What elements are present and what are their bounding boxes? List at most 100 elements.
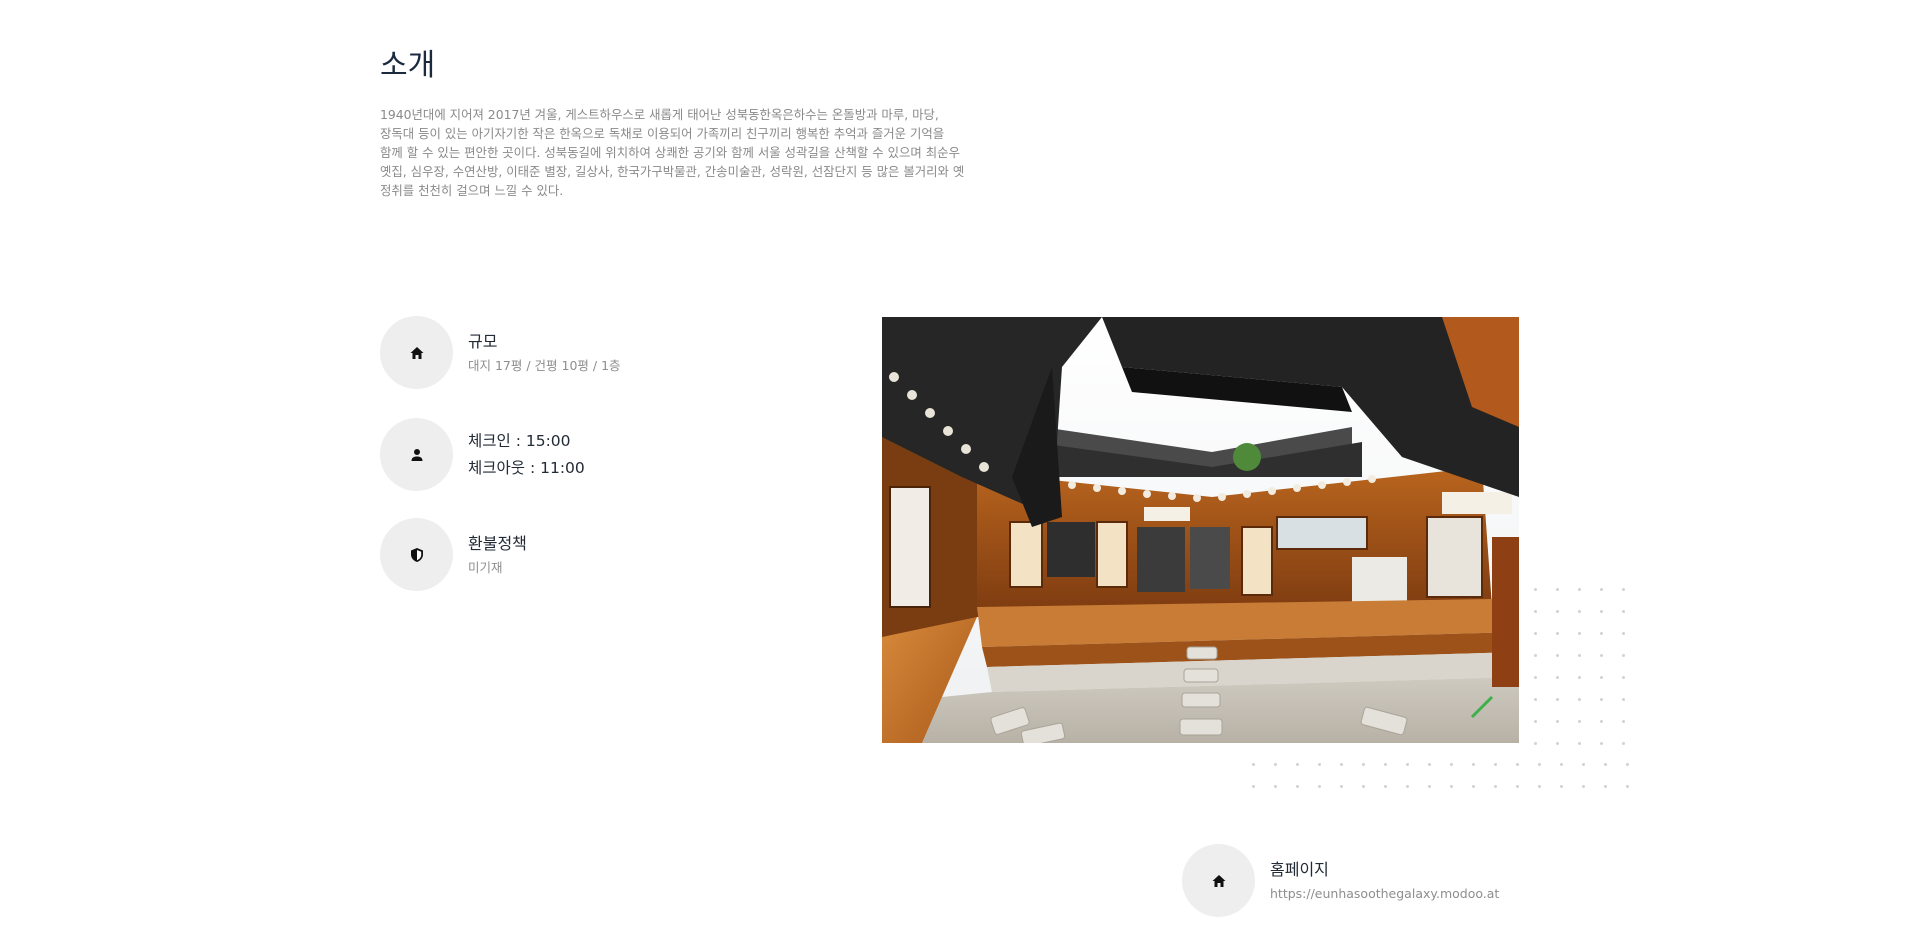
feature-refund: 환불정책 미기재 [380, 518, 527, 591]
pattern-dot [1560, 785, 1563, 788]
pattern-dot [1600, 654, 1603, 657]
pattern-dot [1600, 676, 1603, 679]
pattern-dot [1604, 763, 1607, 766]
pattern-dot [1582, 785, 1585, 788]
pattern-dot [1406, 785, 1409, 788]
pattern-dot [1626, 763, 1629, 766]
pattern-dot [1340, 763, 1343, 766]
feature-size: 규모 대지 17평 / 건평 10평 / 1층 [380, 316, 621, 389]
page: 소개 1940년대에 지어져 2017년 겨울, 게스트하우스로 새롭게 태어난… [0, 0, 1918, 933]
pattern-dot [1556, 654, 1559, 657]
pattern-dot [1622, 632, 1625, 635]
pattern-dot [1600, 632, 1603, 635]
pattern-dot [1556, 742, 1559, 745]
pattern-dot [1600, 610, 1603, 613]
pattern-dot [1516, 763, 1519, 766]
pattern-dot [1534, 654, 1537, 657]
pattern-dot [1362, 763, 1365, 766]
pattern-dot [1534, 742, 1537, 745]
pattern-dot [1600, 720, 1603, 723]
pattern-dot [1582, 763, 1585, 766]
pattern-dot [1578, 676, 1581, 679]
pattern-dot [1274, 785, 1277, 788]
pattern-dot [1516, 785, 1519, 788]
homepage-link[interactable]: https://eunhasoothegalaxy.modoo.at [1270, 885, 1499, 903]
feature-checkin: 체크인 : 15:00 체크아웃 : 11:00 [380, 418, 585, 491]
pattern-dot [1534, 720, 1537, 723]
pattern-dot [1252, 785, 1255, 788]
pattern-dot [1578, 588, 1581, 591]
pattern-dot [1494, 763, 1497, 766]
pattern-dot [1472, 785, 1475, 788]
shield-icon [410, 547, 423, 562]
pattern-dot [1600, 588, 1603, 591]
feature-refund-label: 환불정책 [468, 533, 527, 553]
pattern-dot [1406, 763, 1409, 766]
pattern-dot [1622, 742, 1625, 745]
pattern-dot [1472, 763, 1475, 766]
pattern-dot [1274, 763, 1277, 766]
pattern-dot [1604, 785, 1607, 788]
pattern-dot [1622, 654, 1625, 657]
pattern-dot [1534, 698, 1537, 701]
pattern-dot [1578, 720, 1581, 723]
feature-size-label: 규모 [468, 331, 498, 351]
feature-homepage: 홈페이지 https://eunhasoothegalaxy.modoo.at [1182, 844, 1499, 917]
checkout-time: 체크아웃 : 11:00 [468, 458, 585, 477]
pattern-dot [1384, 785, 1387, 788]
pattern-dot [1578, 654, 1581, 657]
feature-size-icon-circle [380, 316, 453, 389]
feature-refund-value: 미기재 [468, 559, 503, 575]
pattern-dot [1578, 698, 1581, 701]
pattern-dot [1556, 610, 1559, 613]
pattern-dot [1534, 632, 1537, 635]
pattern-dot [1538, 763, 1541, 766]
pattern-dot [1534, 588, 1537, 591]
pattern-dot [1556, 720, 1559, 723]
pattern-dot [1296, 785, 1299, 788]
pattern-dot [1450, 785, 1453, 788]
hanok-courtyard-photo [882, 317, 1519, 743]
pattern-dot [1252, 763, 1255, 766]
pattern-dot [1362, 785, 1365, 788]
pattern-dot [1556, 588, 1559, 591]
pattern-dot [1428, 785, 1431, 788]
pattern-dot [1622, 588, 1625, 591]
pattern-dot [1296, 763, 1299, 766]
pattern-dot [1494, 785, 1497, 788]
home-icon [1212, 874, 1225, 887]
feature-homepage-icon-circle [1182, 844, 1255, 917]
pattern-dot [1318, 785, 1321, 788]
pattern-dot [1578, 632, 1581, 635]
pattern-dot [1534, 610, 1537, 613]
feature-size-value: 대지 17평 / 건평 10평 / 1층 [468, 357, 621, 373]
feature-refund-icon-circle [380, 518, 453, 591]
pattern-dot [1340, 785, 1343, 788]
feature-checkin-icon-circle [380, 418, 453, 491]
pattern-dot [1556, 698, 1559, 701]
pattern-dot [1560, 763, 1563, 766]
pattern-dot [1626, 785, 1629, 788]
pattern-dot [1622, 698, 1625, 701]
pattern-dot [1428, 763, 1431, 766]
person-icon [411, 448, 422, 461]
pattern-dot [1578, 610, 1581, 613]
pattern-dot [1534, 676, 1537, 679]
pattern-dot [1600, 742, 1603, 745]
home-icon [410, 346, 423, 359]
pattern-dot [1384, 763, 1387, 766]
pattern-dot [1318, 763, 1321, 766]
feature-homepage-label: 홈페이지 [1270, 859, 1329, 879]
pattern-dot [1450, 763, 1453, 766]
pattern-dot [1556, 632, 1559, 635]
hanok-courtyard-illustration [882, 317, 1519, 743]
pattern-dot [1622, 610, 1625, 613]
pattern-dot [1556, 676, 1559, 679]
checkin-time: 체크인 : 15:00 [468, 431, 571, 450]
intro-paragraph: 1940년대에 지어져 2017년 겨울, 게스트하우스로 새롭게 태어난 성북… [380, 107, 965, 198]
pattern-dot [1578, 742, 1581, 745]
pattern-dot [1622, 720, 1625, 723]
pattern-dot [1538, 785, 1541, 788]
pattern-dot [1600, 698, 1603, 701]
section-title: 소개 [380, 48, 436, 83]
